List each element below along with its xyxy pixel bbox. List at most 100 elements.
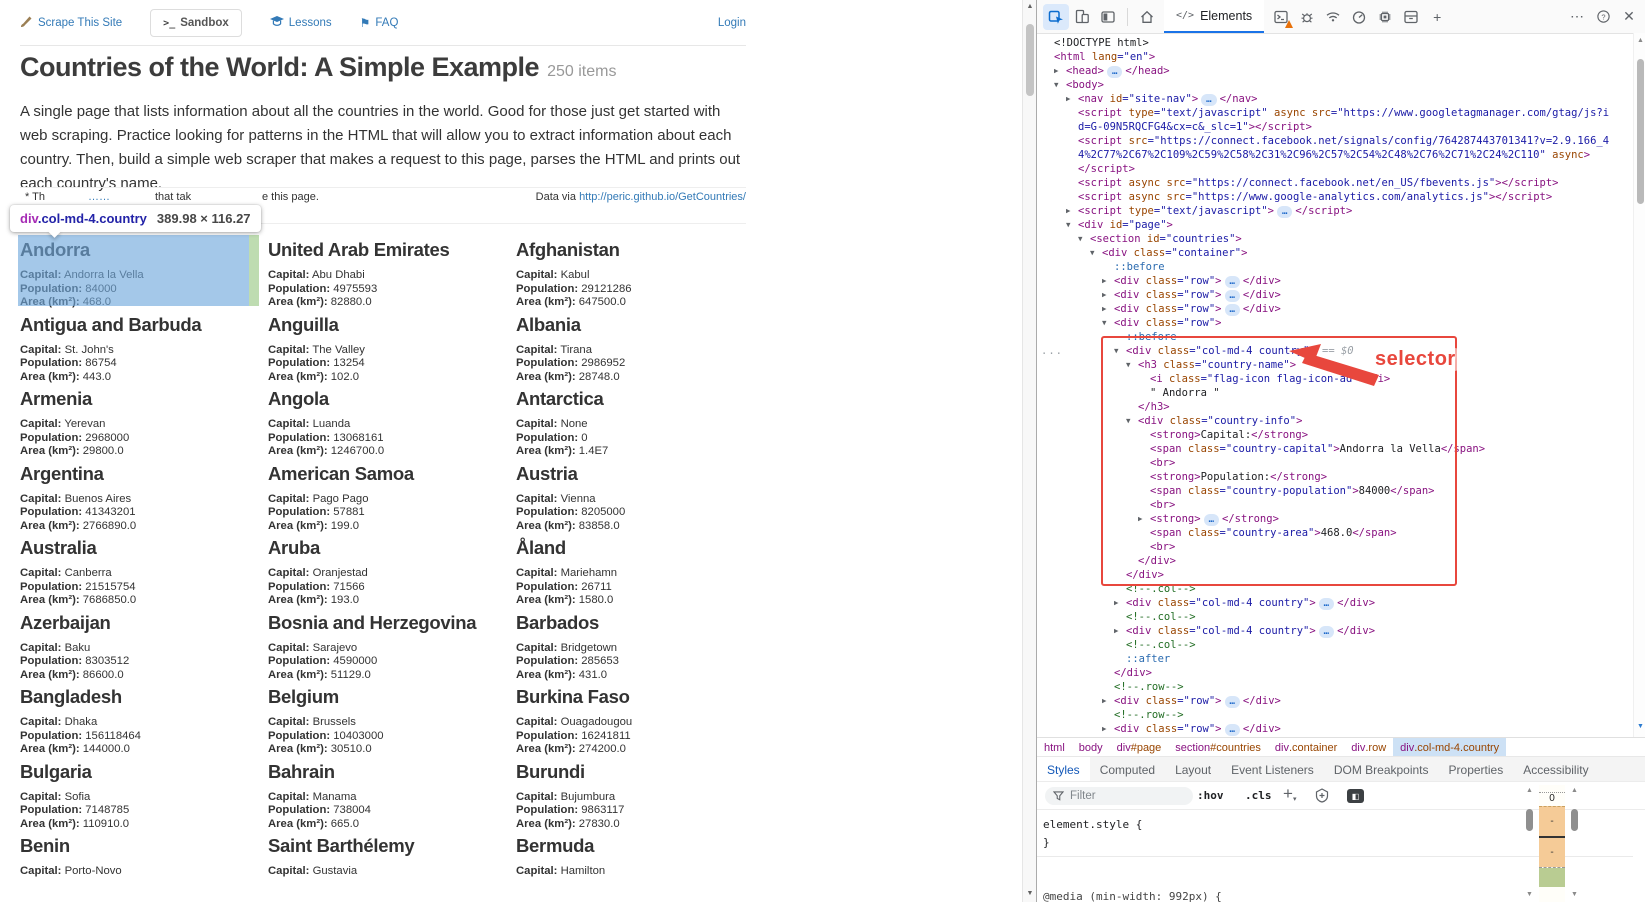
dom-tree-line[interactable]: <!DOCTYPE html> <box>1037 36 1633 50</box>
dom-tree-line[interactable]: <script async src="https://www.google-an… <box>1037 190 1633 204</box>
help-button[interactable]: ? <box>1590 4 1616 30</box>
dom-tree-line[interactable]: <!--.row--> <box>1037 680 1633 694</box>
expand-arrow-icon[interactable]: ▶ <box>1066 92 1071 106</box>
tab-event-listeners[interactable]: Event Listeners <box>1221 757 1324 782</box>
inspect-element-button[interactable] <box>1043 4 1069 30</box>
close-devtools-button[interactable]: ✕ <box>1616 4 1642 30</box>
scroll-up-icon[interactable]: ▲ <box>1568 787 1581 794</box>
tab-elements[interactable]: </> Elements <box>1164 0 1264 33</box>
dom-tree-line[interactable]: <script async src="https://connect.faceb… <box>1037 176 1633 190</box>
scroll-up-icon[interactable]: ▲ <box>1023 3 1037 10</box>
dom-tree-line[interactable]: <!--.col--> <box>1037 582 1633 596</box>
expand-arrow-icon[interactable]: ▶ <box>1102 694 1107 708</box>
hover-menu-icon[interactable]: ... <box>1041 344 1063 358</box>
inline-expand-icon[interactable]: … <box>1107 66 1122 78</box>
dom-tree-line[interactable]: ▶<div class="row">…</div> <box>1037 302 1633 316</box>
nav-item-scrape-this-site[interactable]: Scrape This Site <box>20 15 122 31</box>
styles-filter-input[interactable]: Filter <box>1045 787 1193 805</box>
page-scrollbar[interactable]: ▲ ▼ <box>1022 0 1037 902</box>
expand-arrow-icon[interactable]: ▶ <box>1066 204 1071 218</box>
collapse-arrow-icon[interactable]: ▼ <box>1126 358 1131 372</box>
tab-dom-breakpoints[interactable]: DOM Breakpoints <box>1324 757 1439 782</box>
performance-button[interactable] <box>1346 4 1372 30</box>
dom-tree-line[interactable]: <br> <box>1037 540 1633 554</box>
expand-arrow-icon[interactable]: ▶ <box>1102 274 1107 288</box>
debugger-button[interactable] <box>1294 4 1320 30</box>
more-options-button[interactable]: ⋯ <box>1564 4 1590 30</box>
breadcrumb-item-body[interactable]: body <box>1072 738 1110 757</box>
dom-tree-line[interactable]: </h3> <box>1037 400 1633 414</box>
inline-expand-icon[interactable]: … <box>1204 514 1219 526</box>
inline-expand-icon[interactable]: … <box>1201 94 1216 106</box>
dom-tree-line[interactable]: ▼...<div class="col-md-4 country"> == $0 <box>1037 344 1633 358</box>
scroll-up-icon[interactable]: ▲ <box>1523 787 1536 794</box>
dom-tree-line[interactable]: ▶<div class="col-md-4 country">…</div> <box>1037 596 1633 610</box>
dom-tree-scrollbar[interactable]: ▲ ▼ <box>1633 33 1645 737</box>
collapse-arrow-icon[interactable]: ▼ <box>1078 232 1083 246</box>
breadcrumb-item-div-page[interactable]: div#page <box>1110 738 1169 757</box>
dom-tree-line[interactable]: <span class="country-capital">Andorra la… <box>1037 442 1633 456</box>
dom-tree-line[interactable]: ▼<div class="container"> <box>1037 246 1633 260</box>
dom-tree-line[interactable]: </div> <box>1037 554 1633 568</box>
dom-tree-line[interactable]: <br> <box>1037 456 1633 470</box>
dom-tree-line[interactable]: <html lang="en"> <box>1037 50 1633 64</box>
dom-tree-line[interactable]: ▶<nav id="site-nav">…</nav> <box>1037 92 1633 106</box>
tab-styles[interactable]: Styles <box>1037 757 1090 782</box>
inline-expand-icon[interactable]: … <box>1277 206 1292 218</box>
nav-item-sandbox[interactable]: >_Sandbox <box>150 9 242 37</box>
styles-scrollbar[interactable]: ▲ ▼ <box>1523 785 1536 902</box>
expand-arrow-icon[interactable]: ▶ <box>1114 596 1119 610</box>
breadcrumb-item-div-row[interactable]: div.row <box>1344 738 1393 757</box>
collapse-arrow-icon[interactable]: ▼ <box>1054 78 1059 92</box>
dom-tree-line[interactable]: ::before <box>1037 260 1633 274</box>
console-button[interactable] <box>1268 4 1294 30</box>
tab-computed[interactable]: Computed <box>1090 757 1165 782</box>
scroll-down-icon[interactable]: ▼ <box>1634 723 1645 730</box>
toggle-hover-state-button[interactable]: :hov <box>1197 789 1224 802</box>
dom-tree-line[interactable]: ▼<div class="row"> <box>1037 316 1633 330</box>
scrollbar-thumb[interactable] <box>1526 809 1533 831</box>
toggle-sidebar-button[interactable]: ◧ <box>1347 789 1364 803</box>
expand-arrow-icon[interactable]: ▶ <box>1138 512 1143 526</box>
note-link-fragment[interactable]: …… <box>88 191 110 203</box>
dom-tree-line[interactable]: ▼<div class="country-info"> <box>1037 414 1633 428</box>
dom-tree-line[interactable]: </script> <box>1037 162 1633 176</box>
dom-tree-line[interactable]: ▶<head>…</head> <box>1037 64 1633 78</box>
toggle-class-button[interactable]: .cls <box>1245 789 1272 802</box>
dom-tree-line[interactable]: ▼<body> <box>1037 78 1633 92</box>
dom-tree-line[interactable]: ▼<h3 class="country-name"> <box>1037 358 1633 372</box>
data-via-link[interactable]: http://peric.github.io/GetCountries/ <box>579 191 746 203</box>
breadcrumb-item-html[interactable]: html <box>1037 738 1072 757</box>
dom-tree-line[interactable]: ▶<div class="row">…</div> <box>1037 274 1633 288</box>
collapse-arrow-icon[interactable]: ▼ <box>1126 414 1131 428</box>
dom-tree-line[interactable]: ▼<div id="page"> <box>1037 218 1633 232</box>
breadcrumb-item-div-container[interactable]: div.container <box>1268 738 1344 757</box>
expand-arrow-icon[interactable]: ▶ <box>1102 302 1107 316</box>
dom-tree-line[interactable]: ▶<div class="row">…</div> <box>1037 288 1633 302</box>
dom-tree-line[interactable]: ▶<div class="row">…</div> <box>1037 694 1633 708</box>
expand-arrow-icon[interactable]: ▶ <box>1054 64 1059 78</box>
dom-tree-line[interactable]: <strong>Capital:</strong> <box>1037 428 1633 442</box>
dom-tree-line[interactable]: ▶<strong>…</strong> <box>1037 512 1633 526</box>
tab-layout[interactable]: Layout <box>1165 757 1221 782</box>
collapse-arrow-icon[interactable]: ▼ <box>1114 344 1119 358</box>
dom-tree-line[interactable]: <script src="https://connect.facebook.ne… <box>1037 134 1633 148</box>
breadcrumb-item-div-col-md-4-country[interactable]: div.col-md-4.country <box>1393 738 1506 757</box>
dom-tree-line[interactable]: <br> <box>1037 498 1633 512</box>
collapse-arrow-icon[interactable]: ▼ <box>1102 316 1107 330</box>
dom-tree-line[interactable]: <!--.row--> <box>1037 708 1633 722</box>
inline-expand-icon[interactable]: … <box>1319 598 1334 610</box>
collapse-arrow-icon[interactable]: ▼ <box>1066 218 1071 232</box>
tab-accessibility[interactable]: Accessibility <box>1513 757 1598 782</box>
dom-tree-line[interactable]: " Andorra " <box>1037 386 1633 400</box>
login-link[interactable]: Login <box>718 17 746 29</box>
expand-arrow-icon[interactable]: ▶ <box>1102 288 1107 302</box>
inline-expand-icon[interactable]: … <box>1225 304 1240 316</box>
memory-button[interactable] <box>1372 4 1398 30</box>
dom-tree-line[interactable]: ▶<div class="row">…</div> <box>1037 722 1633 736</box>
scrollbar-thumb[interactable] <box>1637 59 1644 204</box>
new-style-rule-button[interactable]: +▾ <box>1283 784 1296 804</box>
dom-tree-line[interactable]: <script type="text/javascript" async src… <box>1037 106 1633 120</box>
device-emulation-button[interactable] <box>1069 4 1095 30</box>
dom-tree-line[interactable]: </div> <box>1037 666 1633 680</box>
